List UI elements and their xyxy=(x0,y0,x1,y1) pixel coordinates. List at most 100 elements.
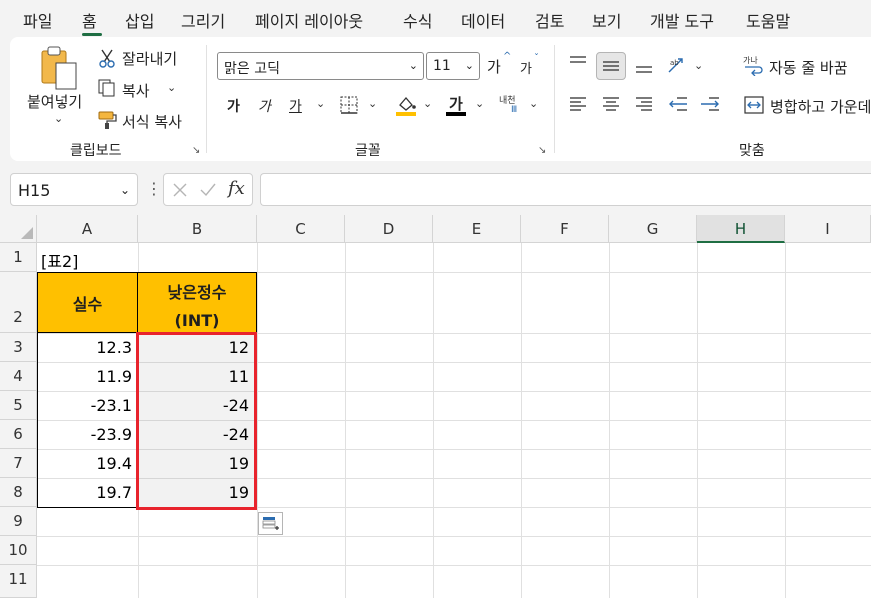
align-top-icon[interactable] xyxy=(568,54,588,72)
column-header-d[interactable]: D xyxy=(345,215,433,243)
phonetic-dropdown-icon[interactable]: ⌄ xyxy=(529,97,538,110)
bold-button[interactable]: 가 xyxy=(227,96,240,116)
tab-draw[interactable]: 그리기 xyxy=(181,8,225,32)
align-center-icon[interactable] xyxy=(601,95,621,113)
column-header-c[interactable]: C xyxy=(257,215,345,243)
font-name-select[interactable]: 맑은 고딕 ⌄ xyxy=(217,52,424,80)
tab-insert[interactable]: 삽입 xyxy=(125,8,154,32)
border-icon[interactable] xyxy=(339,95,359,115)
tab-data[interactable]: 데이터 xyxy=(461,8,505,32)
column-header-h[interactable]: H xyxy=(697,215,785,243)
orientation-dropdown-icon[interactable]: ⌄ xyxy=(694,59,703,72)
spreadsheet-grid: A B C D E F G H I 1 2 3 4 5 6 7 8 9 10 1… xyxy=(0,215,871,598)
align-left-icon[interactable] xyxy=(568,95,588,113)
gridline xyxy=(697,243,698,598)
row-header-10[interactable]: 10 xyxy=(0,536,37,565)
column-header-b[interactable]: B xyxy=(138,215,257,243)
font-size-select[interactable]: 11 ⌄ xyxy=(426,52,480,80)
format-painter-icon[interactable] xyxy=(97,110,119,130)
paste-dropdown-icon[interactable]: ⌄ xyxy=(54,112,63,125)
row-header-6[interactable]: 6 xyxy=(0,420,37,449)
header-cell-real[interactable]: 실수 xyxy=(37,272,138,333)
tab-page-layout[interactable]: 페이지 레이아웃 xyxy=(255,8,363,32)
insert-function-icon[interactable]: fx xyxy=(228,178,245,199)
row-header-2[interactable]: 2 xyxy=(0,272,37,333)
row-header-7[interactable]: 7 xyxy=(0,449,37,478)
cell-a1[interactable]: [표2] xyxy=(41,248,78,272)
column-header-g[interactable]: G xyxy=(609,215,697,243)
cancel-icon[interactable] xyxy=(172,182,188,198)
tab-view[interactable]: 보기 xyxy=(592,8,621,32)
decrease-font-size-button[interactable]: 가 xyxy=(520,58,532,77)
name-box[interactable]: H15 ⌄ xyxy=(10,173,138,206)
quick-analysis-button[interactable] xyxy=(258,512,283,535)
cell-a5[interactable]: -23.1 xyxy=(37,396,138,415)
font-color-swatch xyxy=(446,112,466,116)
font-color-dropdown-icon[interactable]: ⌄ xyxy=(475,97,484,110)
chevron-down-icon[interactable]: ⌄ xyxy=(120,183,130,197)
merge-center-button[interactable]: 병합하고 가운데 xyxy=(770,96,871,117)
tab-developer[interactable]: 개발 도구 xyxy=(650,8,714,32)
fill-color-dropdown-icon[interactable]: ⌄ xyxy=(423,97,432,110)
cell-a6[interactable]: -23.9 xyxy=(37,425,138,444)
tab-review[interactable]: 검토 xyxy=(535,8,564,32)
cell-a8[interactable]: 19.7 xyxy=(37,483,138,502)
border-dropdown-icon[interactable]: ⌄ xyxy=(368,97,377,110)
column-header-i[interactable]: I xyxy=(785,215,871,243)
font-name-value: 맑은 고딕 xyxy=(224,61,280,77)
tab-formulas[interactable]: 수식 xyxy=(403,8,432,32)
decrease-indent-icon[interactable] xyxy=(667,95,689,113)
copy-icon[interactable] xyxy=(97,78,117,98)
row-header-8[interactable]: 8 xyxy=(0,478,37,507)
font-launcher-icon[interactable]: ↘ xyxy=(538,145,546,156)
copy-button[interactable]: 복사 xyxy=(122,80,150,101)
ribbon: 붙여넣기 ⌄ 잘라내기 복사 ⌄ 서식 복사 클립보드 ↘ 맑은 고딕 ⌄ 11… xyxy=(10,37,871,161)
orientation-icon[interactable]: ab xyxy=(666,55,688,75)
tab-file[interactable]: 파일 xyxy=(23,8,52,32)
cell-a3[interactable]: 12.3 xyxy=(37,338,138,357)
active-tab-indicator xyxy=(82,33,102,36)
tab-help[interactable]: 도움말 xyxy=(746,8,790,32)
align-bottom-icon[interactable] xyxy=(634,57,654,75)
phonetic-icon: Ⅲ xyxy=(511,105,518,115)
cell-a7[interactable]: 19.4 xyxy=(37,454,138,473)
chevron-down-icon: ⌄ xyxy=(408,59,418,72)
fill-color-icon[interactable] xyxy=(394,93,418,117)
increase-indent-icon[interactable] xyxy=(699,95,721,113)
column-header-a[interactable]: A xyxy=(37,215,138,243)
copy-dropdown-icon[interactable]: ⌄ xyxy=(167,81,176,94)
clipboard-launcher-icon[interactable]: ↘ xyxy=(192,145,200,156)
column-header-e[interactable]: E xyxy=(433,215,521,243)
increase-font-size-button[interactable]: 가 xyxy=(487,56,501,77)
select-all-button[interactable] xyxy=(0,215,37,243)
align-right-icon[interactable] xyxy=(634,95,654,113)
chevron-down-icon: ⌄ xyxy=(464,59,474,72)
header-cell-int[interactable]: 낮은정수 (INT) xyxy=(138,272,257,333)
more-options-icon[interactable]: ⋮ xyxy=(146,179,162,198)
paste-button[interactable]: 붙여넣기 xyxy=(27,91,82,112)
column-header-f[interactable]: F xyxy=(521,215,609,243)
alignment-group-label: 맞춤 xyxy=(739,143,765,159)
underline-dropdown-icon[interactable]: ⌄ xyxy=(316,97,325,110)
cut-button[interactable]: 잘라내기 xyxy=(122,48,177,69)
paste-icon[interactable] xyxy=(38,45,80,91)
wrap-text-button[interactable]: 자동 줄 바꿈 xyxy=(769,57,848,78)
row-header-1[interactable]: 1 xyxy=(0,243,37,272)
enter-icon[interactable] xyxy=(199,182,217,198)
decrease-arrow-icon: ˇ xyxy=(534,53,539,64)
tab-home[interactable]: 홈 xyxy=(82,8,97,32)
row-header-9[interactable]: 9 xyxy=(0,507,37,536)
merge-center-icon[interactable] xyxy=(743,95,765,115)
formula-input[interactable] xyxy=(260,173,871,206)
italic-button[interactable]: 가 xyxy=(258,96,271,116)
underline-button[interactable]: 가 xyxy=(289,96,302,116)
font-color-button[interactable]: 가 xyxy=(449,93,463,114)
row-header-4[interactable]: 4 xyxy=(0,362,37,391)
row-header-11[interactable]: 11 xyxy=(0,565,37,598)
cut-icon[interactable] xyxy=(98,48,116,68)
row-header-3[interactable]: 3 xyxy=(0,333,37,362)
row-header-5[interactable]: 5 xyxy=(0,391,37,420)
wrap-text-icon[interactable]: 가나 xyxy=(742,54,764,76)
format-painter-button[interactable]: 서식 복사 xyxy=(122,111,182,132)
cell-a4[interactable]: 11.9 xyxy=(37,367,138,386)
